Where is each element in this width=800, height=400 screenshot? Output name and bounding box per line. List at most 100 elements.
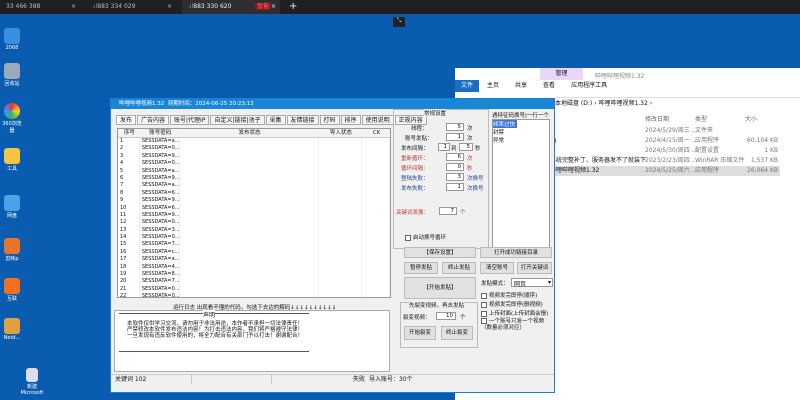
- log-area[interactable]: 声明 本软件仅供学习交流，请勿用于非法用途，本作者不承担一切法律责任！ 严禁修改…: [114, 310, 390, 372]
- file-row[interactable]: 2024/5/30/周四 ... 配置设置 1 KB: [550, 146, 780, 156]
- checkbox-box[interactable]: [405, 234, 411, 241]
- loop-interval-input[interactable]: 0: [446, 163, 464, 171]
- verify-listbox[interactable]: 频率过快 封禁 异常: [492, 119, 550, 249]
- file-row[interactable]: 哔哩哔哩视频1.32 2024/5/25/周六 ... 应用程序 26,064 KB: [550, 166, 780, 176]
- menu-share[interactable]: 共享: [507, 80, 535, 92]
- list-item[interactable]: 异常: [493, 136, 549, 144]
- interval-to-input[interactable]: 5: [459, 143, 473, 151]
- col-size[interactable]: 大小: [745, 114, 757, 123]
- tab-3[interactable]: .ıl883 330 620 智能 ×: [182, 0, 280, 14]
- split-count-input[interactable]: 10: [436, 312, 456, 320]
- app-tab[interactable]: 友情链接: [286, 115, 319, 125]
- menu-app-tools[interactable]: 应用程序工具: [563, 80, 615, 92]
- per-account-input[interactable]: 1: [446, 133, 464, 141]
- table-row[interactable]: 3 SESSDATA=9...: [118, 152, 390, 161]
- menu-view[interactable]: 查看: [535, 80, 563, 92]
- app-tab[interactable]: 排序: [340, 115, 361, 125]
- table-row[interactable]: 13 SESSDATA=3...: [118, 226, 390, 235]
- restore-icon[interactable]: ⤡: [393, 17, 405, 27]
- close-icon[interactable]: ×: [167, 0, 172, 14]
- checkbox-box[interactable]: [481, 318, 487, 324]
- table-row[interactable]: 10 SESSDATA=6...: [118, 204, 390, 212]
- threads-input[interactable]: 5: [446, 123, 464, 131]
- option-checkbox[interactable]: 视频发完即停(顺序): [481, 291, 537, 299]
- tab-1[interactable]: 33 466 388 ×: [0, 0, 80, 14]
- table-row[interactable]: 14 SESSDATA=0...: [118, 234, 390, 242]
- list-item[interactable]: 封禁: [493, 128, 549, 136]
- file-row[interactable]: rg2024/4/15/周一 ...应用程序60,104 KB: [550, 136, 780, 146]
- desktop-icon-tools[interactable]: 剪映p: [0, 238, 24, 262]
- close-icon[interactable]: ×: [271, 0, 276, 14]
- app-tab[interactable]: 自定义|链接|池子: [210, 115, 265, 125]
- table-row[interactable]: 1 SESSDATA=a...: [118, 138, 390, 146]
- table-row[interactable]: 4 SESSDATA=0...: [118, 160, 390, 168]
- path-segment[interactable]: 本地磁盘 (D:): [555, 100, 592, 107]
- column-header[interactable]: 序号: [118, 129, 140, 137]
- start-posting-button[interactable]: 【开始发贴】: [404, 277, 476, 299]
- col-date[interactable]: 修改日期: [645, 114, 669, 123]
- loop-input[interactable]: 6: [446, 153, 464, 161]
- post-fail-input[interactable]: 1: [446, 183, 464, 191]
- path-segment[interactable]: 哔哩哔哩视频1.32: [598, 100, 647, 107]
- option-checkbox[interactable]: 一个账号只发一个视频（数量必须对应）: [481, 318, 551, 331]
- interval-from-input[interactable]: 1: [438, 143, 450, 151]
- login-fail-input[interactable]: 3: [446, 173, 464, 181]
- keyword-input[interactable]: 7: [439, 207, 457, 215]
- checkbox-box[interactable]: [481, 310, 487, 317]
- desktop-icon-browser[interactable]: 360浏览器: [0, 103, 24, 134]
- app-tab[interactable]: 发布: [116, 115, 137, 125]
- table-row[interactable]: 7 SESSDATA=a...: [118, 182, 390, 190]
- save-settings-button[interactable]: 【保存设置】: [404, 247, 476, 258]
- checkbox-box[interactable]: [481, 301, 487, 308]
- desktop-icon[interactable]: 2068: [0, 28, 24, 51]
- ribbon-tab-manage[interactable]: 管理: [540, 68, 583, 80]
- new-tab-button[interactable]: +: [283, 0, 297, 14]
- table-row[interactable]: 16 SESSDATA=c...: [118, 248, 390, 257]
- col-type[interactable]: 类型: [695, 114, 707, 123]
- app-tab[interactable]: 打码: [319, 115, 340, 125]
- table-row[interactable]: 9 SESSDATA=9...: [118, 197, 390, 205]
- column-header[interactable]: 导入状态: [319, 129, 363, 137]
- table-row[interactable]: 6 SESSDATA=9...: [118, 174, 390, 183]
- table-row[interactable]: 11 SESSDATA=9...: [118, 211, 390, 220]
- desktop-icon-folder[interactable]: 工具: [0, 148, 24, 172]
- start-split-button[interactable]: 开始裂变: [404, 326, 436, 340]
- tab-2[interactable]: .ıl883 334 029 ×: [86, 0, 176, 14]
- table-row[interactable]: 22 SESSDATA=0...: [118, 293, 390, 297]
- file-row[interactable]: 系统完整补丁、服务器发不了就装下 2023/2/23/周四 ... WinRAR 压…: [550, 156, 780, 166]
- table-row[interactable]: 18 SESSDATA=4...: [118, 263, 390, 272]
- desktop-icon-app[interactable]: 互联: [0, 278, 24, 302]
- column-header[interactable]: 账号密码: [140, 129, 180, 137]
- app-tab[interactable]: 使用说明: [361, 115, 394, 125]
- file-row[interactable]: 2024/5/29/周三 ... 文件夹: [550, 126, 780, 136]
- menu-home[interactable]: 主页: [479, 80, 507, 92]
- table-row[interactable]: 5 SESSDATA=a...: [118, 167, 390, 175]
- open-keywords-button[interactable]: 打开关键词: [517, 262, 552, 274]
- clear-accounts-button[interactable]: 清空账号: [480, 262, 514, 274]
- table-row[interactable]: 2 SESSDATA=0...: [118, 145, 390, 153]
- auto-loop-checkbox[interactable]: 启动换号循环: [405, 233, 446, 241]
- desktop-icon-netd[interactable]: Netd...: [0, 318, 24, 341]
- table-row[interactable]: 8 SESSDATA=6...: [118, 189, 390, 198]
- stop-button[interactable]: 终止发贴: [442, 262, 476, 274]
- table-row[interactable]: 17 SESSDATA=a...: [118, 256, 390, 264]
- desktop-icon-recycle-bin[interactable]: 回收站: [0, 63, 24, 87]
- column-header[interactable]: CK: [362, 129, 390, 137]
- column-header[interactable]: 发布状态: [180, 129, 319, 137]
- mode-select[interactable]: 网页 ▾: [511, 278, 553, 288]
- address-bar[interactable]: 本地磁盘 (D:) › 哔哩哔哩视频1.32 ›: [555, 97, 800, 107]
- table-row[interactable]: 19 SESSDATA=8...: [118, 271, 390, 279]
- checkbox-box[interactable]: [481, 292, 487, 299]
- table-row[interactable]: 12 SESSDATA=0...: [118, 219, 390, 227]
- table-row[interactable]: 21 SESSDATA=0...: [118, 285, 390, 294]
- list-item[interactable]: 频率过快: [493, 120, 517, 128]
- open-links-dir-button[interactable]: 打开成功链接目录: [480, 247, 552, 258]
- stop-split-button[interactable]: 终止裂变: [441, 326, 473, 340]
- app-tab[interactable]: 账号|代理IP: [170, 115, 210, 125]
- close-icon[interactable]: ×: [71, 0, 76, 14]
- option-checkbox[interactable]: 视频发完即停(删视频): [481, 300, 543, 308]
- app-tab[interactable]: 广告内容: [137, 115, 170, 125]
- desktop-icon-netdisk[interactable]: 网盘: [0, 195, 24, 219]
- option-checkbox[interactable]: 上传封面(上传封面会慢): [481, 309, 548, 317]
- table-row[interactable]: 20 SESSDATA=7...: [118, 278, 390, 286]
